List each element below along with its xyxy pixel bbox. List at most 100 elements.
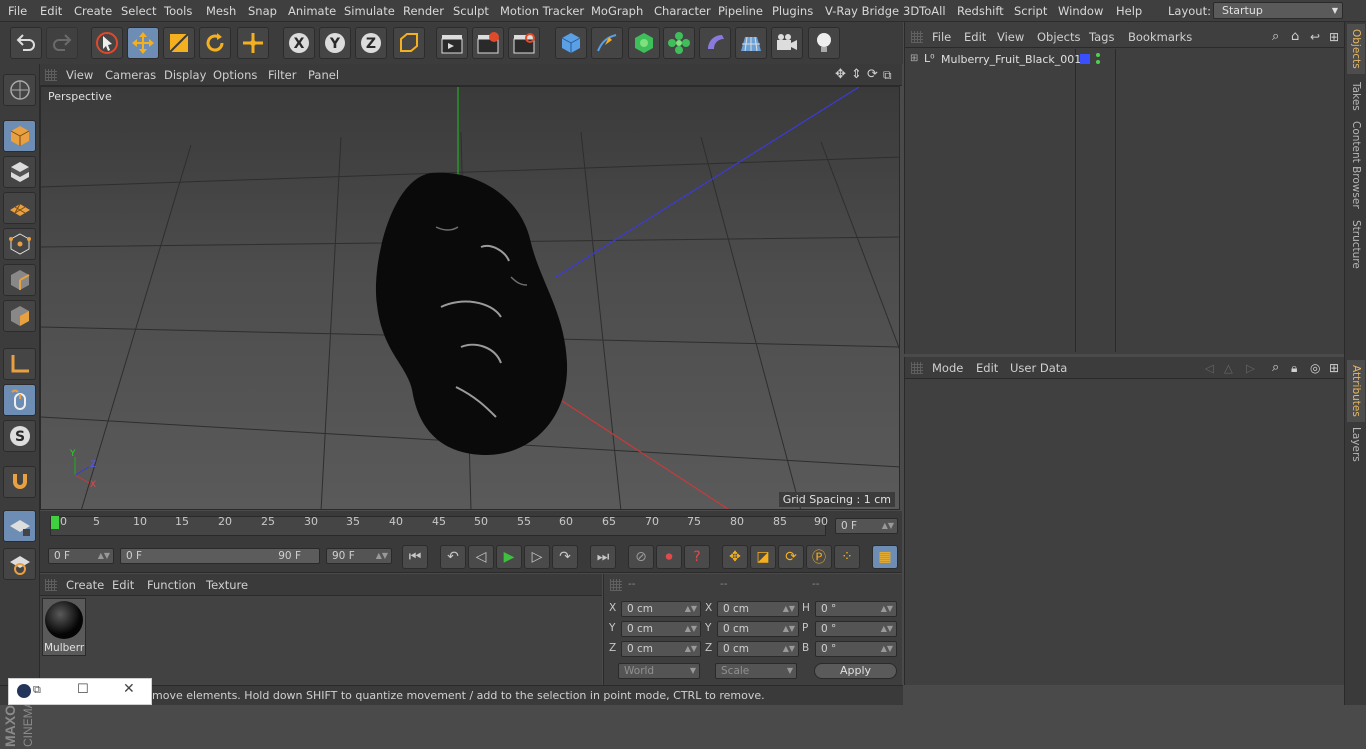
render-settings-button[interactable]: [508, 27, 540, 59]
menu-character[interactable]: Character: [654, 0, 711, 22]
apply-button[interactable]: Apply: [814, 663, 897, 679]
menu-mesh[interactable]: Mesh: [206, 0, 236, 22]
mulberry-fruit-mesh[interactable]: [375, 172, 568, 456]
rotation-b-field[interactable]: 0 ° ▲▼: [815, 641, 897, 657]
search-icon[interactable]: ⌕: [1272, 357, 1279, 379]
rotation-p-field[interactable]: 0 ° ▲▼: [815, 621, 897, 637]
workplane-mode-button[interactable]: [3, 192, 36, 224]
object-menu-edit[interactable]: Edit: [964, 26, 986, 48]
material-menu-function[interactable]: Function: [147, 574, 196, 596]
deformer-button[interactable]: [699, 27, 731, 59]
key-position-button[interactable]: ✥: [722, 545, 748, 569]
previous-key-button[interactable]: ↶: [440, 545, 466, 569]
viewport-menu-options[interactable]: Options: [213, 64, 257, 86]
autokey-button[interactable]: ⏺: [656, 545, 682, 569]
point-mode-button[interactable]: [3, 228, 36, 260]
back-icon[interactable]: ↩: [1310, 26, 1320, 48]
viewport-menu-filter[interactable]: Filter: [268, 64, 296, 86]
keyframe-selection-button[interactable]: ?: [684, 545, 710, 569]
menu-window[interactable]: Window: [1058, 0, 1103, 22]
home-icon[interactable]: ⌂: [1291, 26, 1299, 48]
go-to-end-button[interactable]: ⏭: [590, 545, 616, 569]
preview-range-slider[interactable]: 0 F 90 F: [120, 548, 320, 564]
menu-create[interactable]: Create: [74, 0, 112, 22]
render-visibility-dot[interactable]: [1096, 60, 1100, 64]
object-menu-bookmarks[interactable]: Bookmarks: [1128, 26, 1192, 48]
tab-objects[interactable]: Objects: [1347, 24, 1365, 74]
menu-tools[interactable]: Tools: [164, 0, 192, 22]
tab-structure[interactable]: Structure: [1347, 216, 1365, 272]
menu-redshift[interactable]: Redshift: [957, 0, 1004, 22]
menu-pipeline[interactable]: Pipeline: [718, 0, 763, 22]
min-frame-field[interactable]: 0 F ▲▼: [48, 548, 114, 564]
menu-plugins[interactable]: Plugins: [772, 0, 813, 22]
undo-button[interactable]: [10, 27, 42, 59]
material-menu-texture[interactable]: Texture: [206, 574, 248, 596]
workplane-lock-button[interactable]: [3, 510, 36, 542]
lock-icon[interactable]: 🔒︎: [1291, 357, 1297, 379]
tweak-mode-button[interactable]: [3, 384, 36, 416]
planar-workplane-button[interactable]: [3, 548, 36, 580]
pen-spline-button[interactable]: [591, 27, 623, 59]
render-view-button[interactable]: [436, 27, 468, 59]
timeline-window-button[interactable]: ▦: [872, 545, 898, 569]
go-to-start-button[interactable]: ⏮: [402, 545, 428, 569]
size-y-field[interactable]: 0 cm ▲▼: [717, 621, 799, 637]
menu-select[interactable]: Select: [121, 0, 156, 22]
search-icon[interactable]: ⌕: [1272, 26, 1279, 48]
play-button[interactable]: ▶: [496, 545, 522, 569]
live-selection-button[interactable]: [91, 27, 123, 59]
menu-animate[interactable]: Animate: [288, 0, 336, 22]
cube-primitive-button[interactable]: [555, 27, 587, 59]
subdivision-surface-button[interactable]: [628, 27, 660, 59]
attribute-menu-edit[interactable]: Edit: [976, 357, 998, 379]
tab-layers[interactable]: Layers: [1347, 426, 1365, 462]
viewport-menu-view[interactable]: View: [66, 64, 93, 86]
menu-script[interactable]: Script: [1014, 0, 1047, 22]
key-scale-button[interactable]: ◪: [750, 545, 776, 569]
menu-sculpt[interactable]: Sculpt: [453, 0, 489, 22]
viewport-maximize-icon[interactable]: ⧉: [883, 64, 892, 86]
maximize-icon[interactable]: ☐: [77, 682, 89, 697]
object-menu-tags[interactable]: Tags: [1089, 26, 1114, 48]
close-icon[interactable]: ✕: [123, 681, 135, 697]
layer-color-tag[interactable]: [1080, 54, 1090, 64]
nav-forward-icon[interactable]: ▷: [1246, 357, 1255, 379]
size-x-field[interactable]: 0 cm ▲▼: [717, 601, 799, 617]
make-editable-button[interactable]: [3, 74, 36, 106]
menu-motion-tracker[interactable]: Motion Tracker: [500, 0, 584, 22]
rotate-tool-button[interactable]: [199, 27, 231, 59]
menu-mograph[interactable]: MoGraph: [591, 0, 643, 22]
viewport-menu-panel[interactable]: Panel: [308, 64, 339, 86]
light-button[interactable]: [808, 27, 840, 59]
axis-mode-button[interactable]: [3, 348, 36, 380]
y-axis-button[interactable]: Y: [319, 27, 351, 59]
layout-select[interactable]: Startup ▼: [1213, 2, 1343, 19]
target-icon[interactable]: ◎: [1310, 357, 1320, 379]
viewport-rotate-icon[interactable]: ⟳: [867, 64, 878, 86]
menu-simulate[interactable]: Simulate: [344, 0, 395, 22]
key-parameter-button[interactable]: Ⓟ: [806, 545, 832, 569]
position-z-field[interactable]: 0 cm ▲▼: [621, 641, 701, 657]
viewport-menu-display[interactable]: Display: [164, 64, 206, 86]
expand-icon[interactable]: ⊞: [910, 53, 918, 64]
cloner-button[interactable]: [663, 27, 695, 59]
material-menu-create[interactable]: Create: [66, 574, 104, 596]
record-keys-button[interactable]: ⊘: [628, 545, 654, 569]
object-menu-file[interactable]: File: [932, 26, 951, 48]
menu-3dtoall[interactable]: 3DToAll: [903, 0, 946, 22]
new-panel-icon[interactable]: ⊞: [1329, 26, 1339, 48]
playhead-marker[interactable]: [51, 516, 59, 529]
perspective-viewport[interactable]: Y Z X Perspective Grid Spacing : 1 cm: [40, 86, 900, 510]
menu-snap[interactable]: Snap: [248, 0, 277, 22]
tab-attributes[interactable]: Attributes: [1347, 360, 1365, 422]
z-axis-button[interactable]: Z: [355, 27, 387, 59]
viewport-menu-cameras[interactable]: Cameras: [105, 64, 156, 86]
menu-file[interactable]: File: [8, 0, 27, 22]
tab-content-browser[interactable]: Content Browser: [1347, 120, 1365, 210]
coordinate-system-button[interactable]: [393, 27, 425, 59]
texture-mode-button[interactable]: [3, 156, 36, 188]
viewport-dolly-icon[interactable]: ⇕: [851, 64, 862, 86]
nav-back-icon[interactable]: ◁: [1205, 357, 1214, 379]
coordinate-space-select[interactable]: World ▼: [618, 663, 700, 679]
